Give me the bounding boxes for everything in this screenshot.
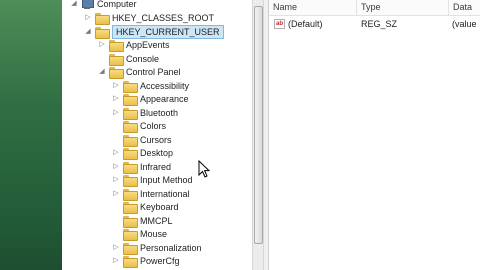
registry-editor-window: ◢ Computer ▷ HKEY_CLASSES_ROOT ◢ HKEY_CU… <box>62 0 480 270</box>
tree-item-control-panel[interactable]: ◢ Control Panel <box>98 65 181 79</box>
tree-item-desktop[interactable]: ▷ Desktop <box>112 146 173 160</box>
folder-icon <box>95 27 110 39</box>
collapse-arrow-icon[interactable]: ◢ <box>98 65 106 79</box>
tree-item-appevents[interactable]: ▷ AppEvents <box>98 38 170 52</box>
folder-icon <box>95 13 110 25</box>
tree-item-mouse[interactable]: Mouse <box>112 227 167 241</box>
folder-icon <box>123 229 138 241</box>
folder-icon <box>123 121 138 133</box>
string-value-icon: ab <box>274 19 285 29</box>
tree-item-mmcpl[interactable]: MMCPL <box>112 214 173 228</box>
tree-item-accessibility[interactable]: ▷ Accessibility <box>112 79 189 93</box>
value-type: REG_SZ <box>361 19 398 29</box>
folder-icon <box>123 189 138 201</box>
value-data: (value <box>452 19 477 29</box>
tree-item-personalization[interactable]: ▷ Personalization <box>112 241 202 255</box>
computer-icon <box>81 0 94 9</box>
folder-icon <box>123 243 138 255</box>
tree-item-keyboard[interactable]: Keyboard <box>112 200 179 214</box>
folder-icon <box>123 135 138 147</box>
expand-arrow-icon[interactable]: ▷ <box>112 146 120 160</box>
folder-icon <box>109 54 124 66</box>
value-row-default[interactable]: ab (Default) REG_SZ (value <box>269 17 480 31</box>
expand-arrow-icon[interactable]: ▷ <box>112 254 120 268</box>
folder-icon <box>123 256 138 268</box>
folder-icon <box>123 202 138 214</box>
folder-icon <box>123 148 138 160</box>
expand-arrow-icon[interactable]: ▷ <box>112 187 120 201</box>
expand-arrow-icon[interactable]: ▷ <box>112 79 120 93</box>
tree-vertical-scrollbar[interactable] <box>252 0 264 270</box>
folder-icon <box>109 67 124 79</box>
scrollbar-thumb[interactable] <box>254 6 263 244</box>
desktop-background <box>0 0 62 270</box>
column-header-type[interactable]: Type <box>357 0 449 16</box>
collapse-arrow-icon[interactable]: ◢ <box>70 0 78 11</box>
expand-arrow-icon[interactable]: ▷ <box>98 38 106 52</box>
column-header-data[interactable]: Data <box>449 0 480 16</box>
tree-item-console[interactable]: Console <box>98 52 159 66</box>
registry-tree: ◢ Computer ▷ HKEY_CLASSES_ROOT ◢ HKEY_CU… <box>62 0 252 270</box>
tree-item-powercfg[interactable]: ▷ PowerCfg <box>112 254 180 268</box>
tree-item-appearance[interactable]: ▷ Appearance <box>112 92 189 106</box>
folder-icon <box>123 162 138 174</box>
values-list: Name Type Data ab (Default) REG_SZ (valu… <box>269 0 480 270</box>
expand-arrow-icon[interactable]: ▷ <box>112 173 120 187</box>
folder-icon <box>123 81 138 93</box>
expand-arrow-icon[interactable]: ▷ <box>112 241 120 255</box>
tree-item-hkey-classes-root[interactable]: ▷ HKEY_CLASSES_ROOT <box>84 11 214 25</box>
tree-item-input-method[interactable]: ▷ Input Method <box>112 173 193 187</box>
folder-icon <box>123 216 138 228</box>
folder-icon <box>123 108 138 120</box>
tree-item-colors[interactable]: Colors <box>112 119 166 133</box>
value-name: (Default) <box>288 19 323 29</box>
expand-arrow-icon[interactable]: ▷ <box>112 106 120 120</box>
tree-item-bluetooth[interactable]: ▷ Bluetooth <box>112 106 178 120</box>
tree-item-international[interactable]: ▷ International <box>112 187 190 201</box>
tree-item-computer[interactable]: ◢ Computer <box>70 0 137 11</box>
tree-item-cursors[interactable]: Cursors <box>112 133 172 147</box>
folder-icon <box>123 175 138 187</box>
tree-item-hkey-current-user[interactable]: ◢ HKEY_CURRENT_USER <box>84 25 224 39</box>
expand-arrow-icon[interactable]: ▷ <box>112 92 120 106</box>
column-header-name[interactable]: Name <box>269 0 357 16</box>
mouse-cursor-icon <box>198 160 210 178</box>
expand-arrow-icon[interactable]: ▷ <box>84 11 92 25</box>
tree-item-infrared[interactable]: ▷ Infrared <box>112 160 171 174</box>
expand-arrow-icon[interactable]: ▷ <box>112 160 120 174</box>
collapse-arrow-icon[interactable]: ◢ <box>84 25 92 39</box>
folder-icon <box>123 94 138 106</box>
folder-icon <box>109 40 124 52</box>
